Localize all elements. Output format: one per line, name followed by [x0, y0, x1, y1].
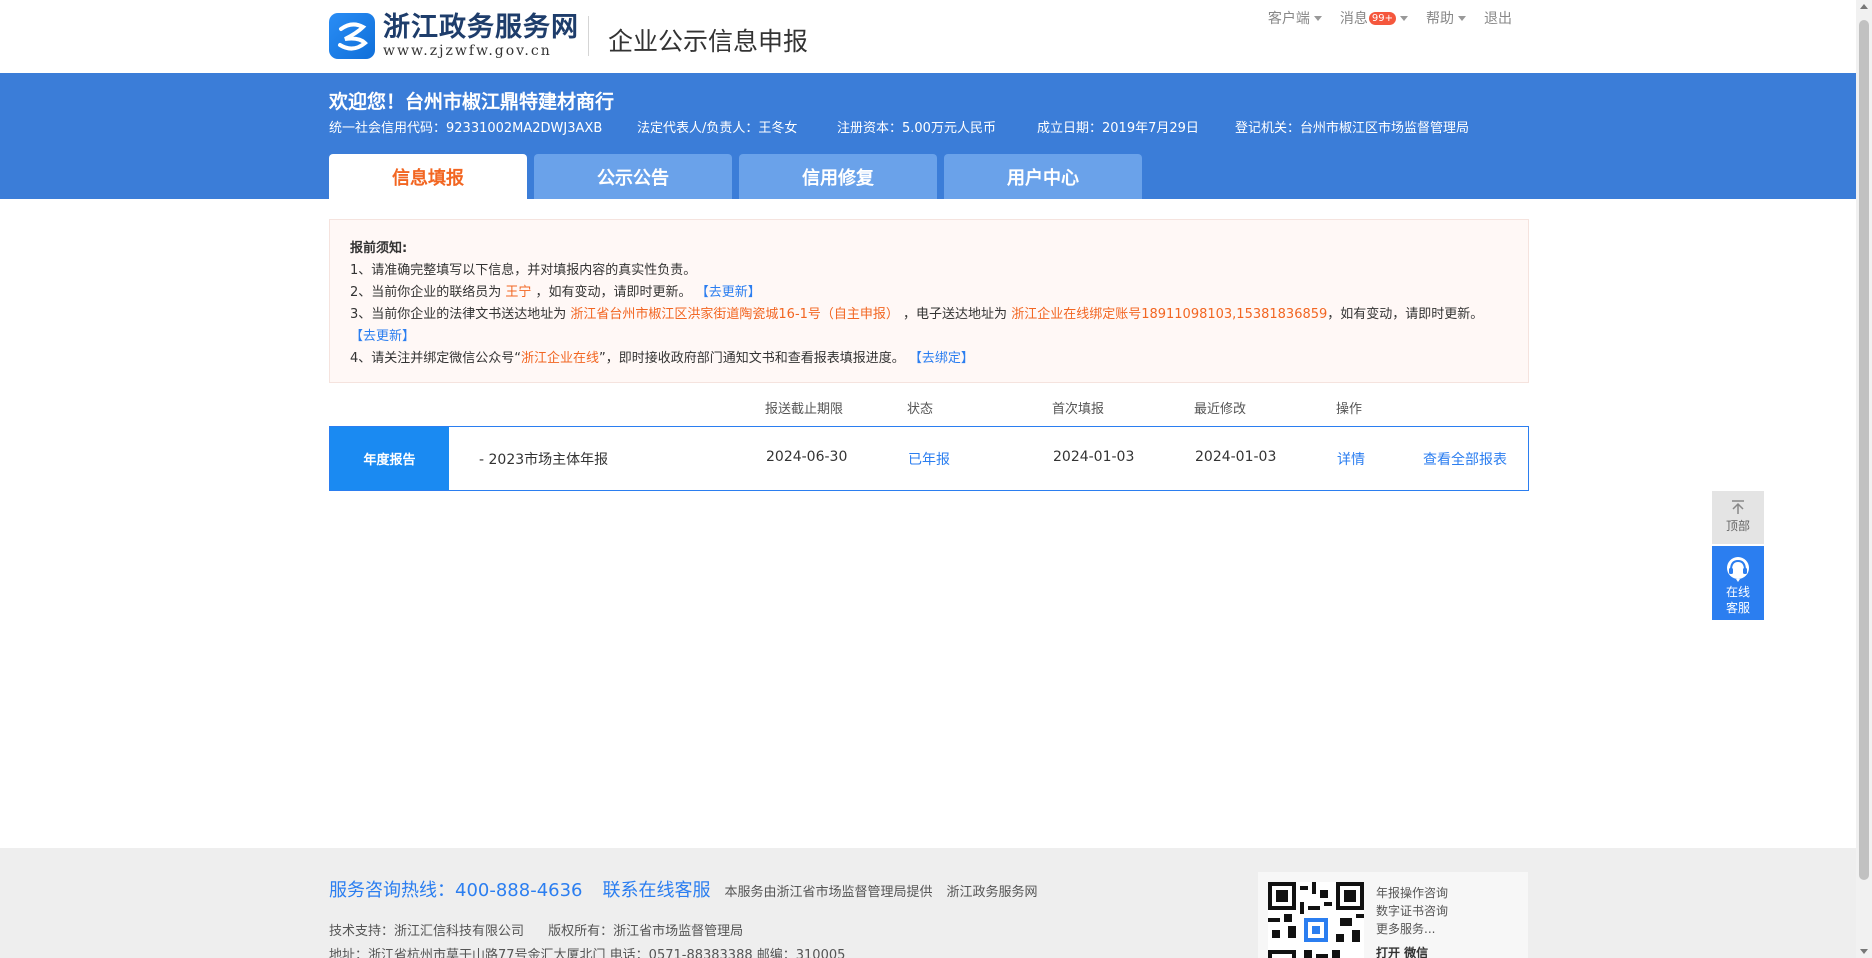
chevron-down-icon — [1400, 15, 1408, 21]
table-row: 年度报告 - 2023市场主体年报 2024-06-30 已年报 2024-01… — [329, 426, 1529, 491]
footer-hotline: 服务咨询热线：400-888-4636 联系在线客服 本服务由浙江省市场监督管理… — [329, 876, 1038, 902]
logout-label: 退出 — [1484, 11, 1512, 27]
system-title: 企业公示信息申报 — [608, 27, 809, 56]
detail-link[interactable]: 详情 — [1337, 449, 1365, 469]
notice-box: 报前须知: 1、请准确完整填写以下信息，并对填报内容的真实性负责。 2、当前你企… — [329, 219, 1529, 383]
annual-report-label: 年度报告 — [330, 427, 449, 490]
help-label: 帮助 — [1426, 11, 1454, 27]
notice-text: 4、请关注并绑定微信公众号“ — [350, 351, 522, 366]
logo-url: www.zjzwfw.gov.cn — [383, 43, 552, 59]
notice-line-4: 4、请关注并绑定微信公众号“浙江企业在线”，即时接收政府部门通知文书和查看报表填… — [350, 348, 1508, 370]
report-deadline: 2024-06-30 — [766, 449, 848, 465]
wechat-account-name: 浙江企业在线 — [521, 351, 600, 366]
credit-code: 统一社会信用代码：92331002MA2DWJ3AXB — [329, 121, 603, 136]
col-status: 状态 — [907, 402, 934, 417]
qr-code-icon — [1268, 882, 1364, 958]
footer-address: 地址：浙江省杭州市莫干山路77号金汇大厦北门 电话：0571-88383388 … — [329, 948, 846, 958]
founded-date: 成立日期：2019年7月29日 — [1037, 121, 1199, 136]
company-banner: 欢迎您！台州市椒江鼎特建材商行 统一社会信用代码：92331002MA2DWJ3… — [0, 73, 1856, 199]
company-info: 统一社会信用代码：92331002MA2DWJ3AXB 法定代表人/负责人：王冬… — [329, 117, 1469, 136]
header-divider — [588, 16, 589, 56]
logout-link[interactable]: 退出 — [1484, 8, 1512, 28]
hotline-number: 服务咨询热线：400-888-4636 — [329, 880, 583, 901]
headset-icon — [1727, 557, 1749, 582]
online-cs-link[interactable]: 联系在线客服 — [603, 876, 711, 902]
col-deadline: 报送截止期限 — [765, 402, 844, 417]
notice-text: ，电子送达地址为 — [898, 307, 1012, 322]
copyright: 版权所有：浙江省市场监督管理局 — [548, 924, 744, 939]
qr-panel: 年报操作咨询 数字证书咨询 更多服务... 打开 微信 — [1258, 872, 1528, 958]
logo-icon — [329, 13, 375, 59]
legal-rep: 法定代表人/负责人：王冬女 — [637, 121, 798, 136]
report-first-filed: 2024-01-03 — [1053, 449, 1135, 465]
qr-link-more[interactable]: 更多服务... — [1376, 920, 1448, 938]
tab-user-center[interactable]: 用户中心 — [944, 154, 1142, 199]
scroll-down-icon[interactable] — [1860, 949, 1868, 954]
notice-text: ”，即时接收政府部门通知文书和查看报表填报进度。 — [599, 351, 905, 366]
qr-link-cert[interactable]: 数字证书咨询 — [1376, 902, 1448, 920]
tab-announcements[interactable]: 公示公告 — [534, 154, 732, 199]
qr-link-wechat[interactable]: 打开 微信 — [1376, 944, 1448, 958]
chevron-down-icon — [1313, 15, 1322, 21]
scroll-up-icon[interactable] — [1860, 4, 1868, 9]
qr-links: 年报操作咨询 数字证书咨询 更多服务... 打开 微信 — [1376, 884, 1448, 958]
notice-line-3: 3、当前你企业的法律文书送达地址为 浙江省台州市椒江区洪家街道陶瓷城16-1号（… — [350, 304, 1508, 348]
online-service-button[interactable]: 在线 客服 — [1712, 546, 1764, 620]
report-name: - 2023市场主体年报 — [479, 452, 609, 468]
help-menu[interactable]: 帮助 — [1426, 8, 1466, 28]
page-footer: 服务咨询热线：400-888-4636 联系在线客服 本服务由浙江省市场监督管理… — [0, 848, 1856, 958]
chevron-down-icon — [1458, 15, 1466, 21]
provider-text: 本服务由浙江省市场监督管理局提供 — [724, 885, 933, 900]
client-menu[interactable]: 客户端 — [1268, 8, 1322, 28]
back-to-top-label: 顶部 — [1725, 519, 1750, 533]
footer-credits: 技术支持：浙江汇信科技有限公司 版权所有：浙江省市场监督管理局 — [329, 920, 743, 939]
top-header: 浙江政务服务网 www.zjzwfw.gov.cn 企业公示信息申报 客户端 消… — [0, 0, 1856, 73]
online-service-label-2: 客服 — [1725, 601, 1750, 615]
portal-link[interactable]: 浙江政务服务网 — [947, 881, 1038, 900]
notice-head: 报前须知: — [350, 241, 408, 256]
welcome-title: 欢迎您！台州市椒江鼎特建材商行 — [329, 91, 615, 113]
registration-authority: 登记机关：台州市椒江区市场监督管理局 — [1235, 121, 1470, 136]
notice-line-1: 1、请准确完整填写以下信息，并对填报内容的真实性负责。 — [350, 263, 697, 278]
logo-title: 浙江政务服务网 — [383, 12, 579, 43]
col-action: 操作 — [1336, 402, 1363, 417]
view-all-reports-link[interactable]: 查看全部报表 — [1423, 449, 1507, 469]
back-to-top-button[interactable]: 顶部 — [1712, 491, 1764, 544]
update-address-link[interactable]: 【去更新】 — [350, 329, 415, 344]
client-label: 客户端 — [1267, 11, 1310, 27]
arrow-up-icon — [1732, 500, 1744, 514]
electronic-address: 浙江企业在线绑定账号18911098103,15381836859 — [1011, 307, 1328, 322]
report-table-header: 报送截止期限 状态 首次填报 最近修改 操作 — [329, 398, 1529, 420]
site-logo[interactable]: 浙江政务服务网 www.zjzwfw.gov.cn — [329, 13, 579, 59]
messages-label: 消息 — [1339, 11, 1368, 27]
notice-text: ，如有变动，请即时更新。 — [531, 285, 692, 300]
bind-wechat-link[interactable]: 【去绑定】 — [909, 351, 974, 366]
tab-credit-repair[interactable]: 信用修复 — [739, 154, 937, 199]
main-tabs: 信息填报 公示公告 信用修复 用户中心 — [329, 154, 1142, 199]
online-service-label-1: 在线 — [1725, 585, 1750, 599]
page-scrollbar[interactable] — [1856, 0, 1872, 958]
registered-capital: 注册资本：5.00万元人民币 — [837, 121, 996, 136]
notice-line-2: 2、当前你企业的联络员为 王宁 ，如有变动，请即时更新。 【去更新】 — [350, 282, 1508, 304]
tab-info-report[interactable]: 信息填报 — [329, 154, 527, 199]
messages-badge: 99+ — [1368, 11, 1396, 25]
col-last-modified: 最近修改 — [1194, 402, 1247, 417]
report-status[interactable]: 已年报 — [908, 449, 950, 469]
update-liaison-link[interactable]: 【去更新】 — [696, 285, 761, 300]
col-first-filed: 首次填报 — [1052, 402, 1105, 417]
messages-menu[interactable]: 消息 99+ — [1340, 8, 1408, 28]
notice-text: 2、当前你企业的联络员为 — [350, 285, 506, 300]
liaison-name: 王宁 — [505, 285, 532, 300]
notice-text: ，如有变动，请即时更新。 — [1327, 307, 1484, 322]
qr-link-annual[interactable]: 年报操作咨询 — [1376, 884, 1448, 902]
tech-support: 技术支持：浙江汇信科技有限公司 — [329, 924, 525, 939]
legal-address: 浙江省台州市椒江区洪家街道陶瓷城16-1号（自主申报） — [570, 307, 899, 322]
top-nav: 客户端 消息 99+ 帮助 退出 — [1268, 8, 1512, 28]
notice-text: 3、当前你企业的法律文书送达地址为 — [350, 307, 571, 322]
scroll-thumb[interactable] — [1859, 20, 1869, 880]
report-last-modified: 2024-01-03 — [1195, 449, 1277, 465]
